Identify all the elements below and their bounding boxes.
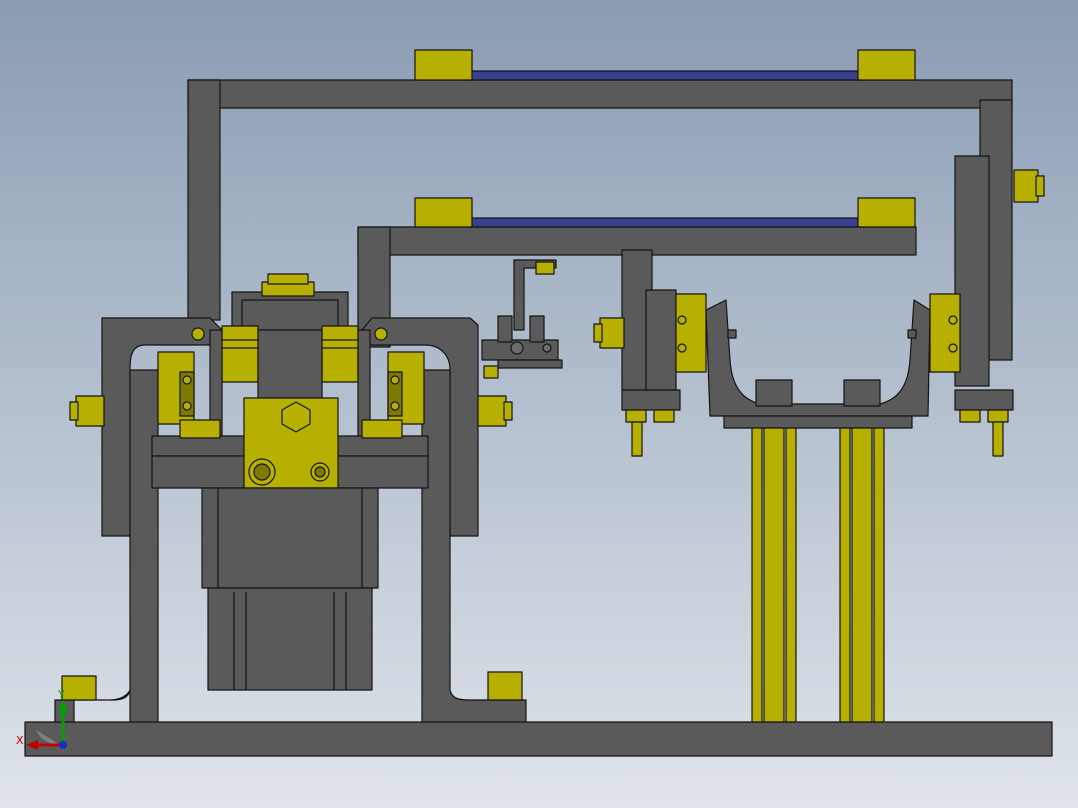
axis-y-label: Y bbox=[57, 688, 65, 701]
pin-left bbox=[727, 329, 737, 339]
platform-clamp-right[interactable] bbox=[361, 419, 403, 439]
guide-rods-right[interactable] bbox=[839, 427, 885, 723]
cradle-post-right[interactable] bbox=[843, 379, 881, 407]
cad-viewport[interactable]: X Y bbox=[0, 0, 1078, 808]
cad-drawing[interactable]: X Y bbox=[0, 0, 1078, 808]
axis-z-dot bbox=[59, 741, 67, 749]
cradle-base[interactable] bbox=[723, 415, 913, 429]
base-plate[interactable] bbox=[24, 721, 1053, 757]
platform-clamp-left[interactable] bbox=[179, 419, 221, 439]
cradle-post-left[interactable] bbox=[755, 379, 793, 407]
pin-right bbox=[907, 329, 917, 339]
clamp-block[interactable] bbox=[243, 397, 339, 489]
motor[interactable] bbox=[201, 487, 379, 691]
right-gripper-right[interactable] bbox=[929, 293, 961, 373]
axis-x-label: X bbox=[16, 734, 24, 747]
guide-rods-left[interactable] bbox=[751, 427, 797, 723]
right-gripper-left[interactable] bbox=[675, 293, 707, 373]
